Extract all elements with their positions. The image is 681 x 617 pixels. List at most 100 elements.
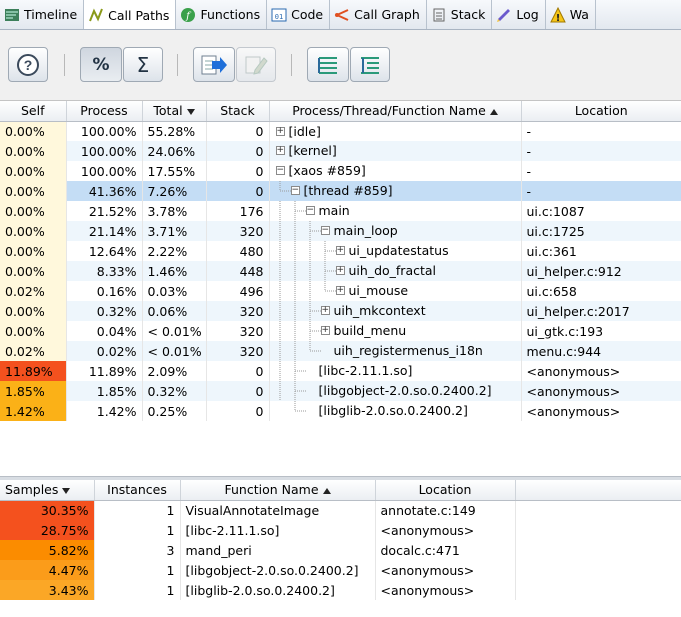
call-paths-header: Self Process Total Stack Process/Thread/… xyxy=(0,101,681,122)
process-percent-cell: 8.33% xyxy=(66,261,143,281)
code-icon: 01 xyxy=(271,7,287,23)
sort-ascending-icon xyxy=(489,108,498,115)
svg-text:01: 01 xyxy=(275,13,283,21)
column-header-instances[interactable]: Instances xyxy=(94,480,181,501)
collapse-icon[interactable]: − xyxy=(290,186,300,195)
expand-icon[interactable]: + xyxy=(320,306,330,315)
view-tab-bar: Timeline Call Paths f Functions 01 Code Call G… xyxy=(0,0,681,30)
function-location-cell: annotate.c:149 xyxy=(375,500,516,520)
functions-table: Samples Instances Function Name Location… xyxy=(0,480,681,600)
call-path-row[interactable]: 0.00% 21.14% 3.71% 320− main_loop ui.c:1725 xyxy=(0,221,681,241)
function-name-cell: + build_menu xyxy=(269,321,522,341)
column-header-self[interactable]: Self xyxy=(0,101,67,122)
function-row[interactable]: 5.82% 3 mand_peri docalc.c:471 xyxy=(0,540,681,560)
toolbar-separator xyxy=(64,54,65,76)
instances-cell: 1 xyxy=(94,560,181,580)
process-percent-cell: 0.32% xyxy=(66,301,143,321)
function-name-cell: + uih_do_fractal xyxy=(269,261,522,281)
tab-timeline[interactable]: Timeline xyxy=(0,0,85,29)
help-button[interactable]: ? xyxy=(8,47,48,82)
tab-label: Stack xyxy=(450,7,486,22)
expand-icon[interactable]: + xyxy=(335,246,345,255)
collapse-tree-button[interactable] xyxy=(350,47,390,82)
call-path-row[interactable]: 0.00% 12.64% 2.22% 480 + ui_updatestatus ui.c:… xyxy=(0,241,681,261)
location-cell: <anonymous> xyxy=(526,363,621,379)
call-path-row[interactable]: 1.42% 1.42% 0.25% 0 [libglib-2.0.so.0.2400.2… xyxy=(0,401,681,421)
tab-label: Timeline xyxy=(24,7,78,22)
expand-icon[interactable]: + xyxy=(275,146,285,155)
location-cell: ui_gtk.c:193 xyxy=(526,323,604,339)
column-header-function-name[interactable]: Function Name xyxy=(180,480,376,501)
tab-functions[interactable]: f Functions xyxy=(176,0,268,29)
self-percent-cell: 1.42% xyxy=(0,401,67,421)
tab-wa[interactable]: ! Wa xyxy=(546,0,596,29)
expand-icon[interactable]: + xyxy=(320,326,330,335)
expand-icon[interactable]: + xyxy=(335,286,345,295)
column-header-stack[interactable]: Stack xyxy=(206,101,270,122)
total-percent-cell: 24.06% xyxy=(142,141,207,161)
function-row[interactable]: 28.75% 1 [libc-2.11.1.so] <anonymous> xyxy=(0,520,681,540)
self-percent-cell: 0.00% xyxy=(0,261,67,281)
forward-button[interactable] xyxy=(193,47,235,82)
stack-size-cell: 0 xyxy=(206,141,270,161)
total-percent-cell: 3.71% xyxy=(142,221,207,241)
self-percent-cell: 0.02% xyxy=(0,281,67,301)
filler-cell xyxy=(515,580,681,600)
function-name-cell: [libc-2.11.1.so] xyxy=(180,520,376,540)
column-header-name[interactable]: Process/Thread/Function Name xyxy=(269,101,522,122)
call-path-row[interactable]: 0.00% 8.33% 1.46% 448 + uih_do_fractal ui_help… xyxy=(0,261,681,281)
tab-call-paths[interactable]: Call Paths xyxy=(84,0,177,29)
sum-toggle-button[interactable]: Σ xyxy=(123,47,163,82)
call-path-row[interactable]: 0.00% 100.00% 24.06% 0 + [kernel] - xyxy=(0,141,681,161)
total-percent-cell: 0.06% xyxy=(142,301,207,321)
edit-button[interactable] xyxy=(236,47,276,82)
call-path-row[interactable]: 0.02% 0.02% < 0.01% 320 uih_registermenus_i1… xyxy=(0,341,681,361)
expand-icon[interactable]: + xyxy=(275,126,285,136)
function-name-label: [thread #859] xyxy=(303,183,393,198)
call-path-row[interactable]: 0.00% 100.00% 17.55% 0− [xaos #859] - xyxy=(0,161,681,181)
help-icon: ? xyxy=(17,53,39,76)
call-path-row[interactable]: 1.85% 1.85% 0.32% 0 [libgobject-2.0.so.0.240… xyxy=(0,381,681,401)
self-percent-cell: 0.00% xyxy=(0,241,67,261)
function-row[interactable]: 30.35% 1 VisualAnnotateImage annotate.c:149 xyxy=(0,500,681,520)
function-row[interactable]: 4.47% 1 [libgobject-2.0.so.0.2400.2] <anony… xyxy=(0,560,681,580)
tab-call-graph[interactable]: Call Graph xyxy=(330,0,427,29)
call-path-row[interactable]: 0.02% 0.16% 0.03% 496 + ui_mouse ui.c:658 xyxy=(0,281,681,301)
call-path-row[interactable]: 0.00% 21.52% 3.78% 176− main ui.c:1087 xyxy=(0,201,681,221)
percent-toggle-button[interactable]: % xyxy=(80,47,122,82)
column-header-samples[interactable]: Samples xyxy=(0,480,95,501)
function-name-cell: [libgobject-2.0.so.0.2400.2] xyxy=(180,560,376,580)
function-name-label: main_loop xyxy=(333,223,398,238)
stack-size-cell: 320 xyxy=(206,341,270,361)
column-header-location[interactable]: Location xyxy=(521,101,681,122)
call-path-row[interactable]: 0.00% 100.00% 55.28% 0 + [idle] - xyxy=(0,121,681,141)
tab-log[interactable]: Log xyxy=(492,0,546,29)
self-percent-cell: 0.00% xyxy=(0,201,67,221)
call-paths-table: Self Process Total Stack Process/Thread/… xyxy=(0,101,681,421)
expand-icon[interactable]: + xyxy=(335,266,345,275)
collapse-icon[interactable]: − xyxy=(320,226,330,235)
self-percent-cell: 0.00% xyxy=(0,321,67,341)
call-path-row[interactable]: 11.89% 11.89% 2.09% 0 [libc-2.11.1.so] <anony… xyxy=(0,361,681,381)
collapse-icon[interactable]: − xyxy=(305,206,315,215)
total-percent-cell: 0.25% xyxy=(142,401,207,421)
collapse-icon[interactable]: − xyxy=(275,166,285,175)
column-header-fn-location[interactable]: Location xyxy=(375,480,516,501)
stack-size-cell: 320 xyxy=(206,321,270,341)
functions-header: Samples Instances Function Name Location xyxy=(0,480,681,501)
tab-code[interactable]: 01 Code xyxy=(267,0,331,29)
tab-label: Code xyxy=(291,7,324,22)
functions-icon: f xyxy=(180,7,196,23)
function-row[interactable]: 3.43% 1 [libglib-2.0.so.0.2400.2] <anonymou… xyxy=(0,580,681,600)
location-cell: <anonymous> xyxy=(521,381,681,401)
column-header-total[interactable]: Total xyxy=(142,101,207,122)
column-header-process[interactable]: Process xyxy=(66,101,143,122)
total-percent-cell: < 0.01% xyxy=(142,321,207,341)
expand-all-button[interactable] xyxy=(307,47,349,82)
call-path-row[interactable]: 0.00% 0.04% < 0.01% 320 + build_menu ui_gtk.c:… xyxy=(0,321,681,341)
tab-stack[interactable]: Stack xyxy=(427,0,493,29)
location-cell: <anonymous> xyxy=(526,403,621,419)
self-percent-cell: 1.85% xyxy=(0,381,67,401)
call-path-row[interactable]: 0.00% 41.36% 7.26% 0− [thread #859] - xyxy=(0,181,681,201)
call-path-row[interactable]: 0.00% 0.32% 0.06% 320 + uih_mkcontext ui_helpe… xyxy=(0,301,681,321)
